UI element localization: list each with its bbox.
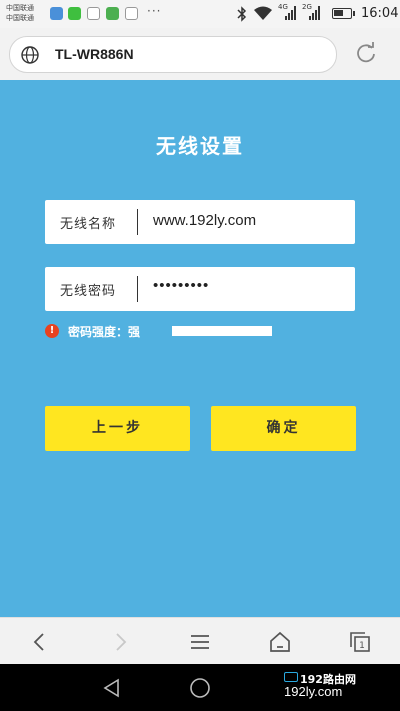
strength-bar [172, 326, 272, 336]
phone-manager-icon [50, 7, 63, 20]
wifi-icon [254, 6, 272, 20]
nav-back-icon[interactable] [100, 676, 124, 700]
sms-icon [106, 7, 119, 20]
bluetooth-icon [237, 6, 247, 22]
reload-icon[interactable] [355, 42, 377, 64]
menu-icon[interactable] [188, 630, 212, 654]
carrier-line-2: 中国联通 [6, 14, 34, 22]
password-input[interactable]: ••••••••• [153, 277, 209, 294]
status-bar: 中国联通 中国联通 ··· 4G 2G 16:04 [0, 0, 400, 28]
nav-home-icon[interactable] [188, 676, 212, 700]
wireless-settings-page: 无线设置 无线名称 www.192ly.com 无线密码 ••••••••• !… [0, 80, 400, 617]
gallery-icon [125, 7, 138, 20]
home-icon[interactable] [268, 630, 292, 654]
password-field[interactable]: 无线密码 ••••••••• [45, 267, 355, 311]
signal-icon-1 [285, 6, 297, 20]
field-divider [137, 209, 138, 235]
qq-icon [87, 7, 100, 20]
carrier-line-1: 中国联通 [6, 4, 34, 12]
browser-address-area: TL-WR886N [0, 28, 400, 80]
ssid-input[interactable]: www.192ly.com [153, 212, 256, 229]
tabs-icon[interactable]: 1 [348, 630, 372, 654]
watermark-url: 192ly.com [284, 684, 343, 699]
password-label: 无线密码 [60, 284, 117, 299]
ssid-field[interactable]: 无线名称 www.192ly.com [45, 200, 355, 244]
back-icon[interactable] [28, 630, 52, 654]
address-bar[interactable]: TL-WR886N [9, 36, 337, 73]
prev-step-button[interactable]: 上一步 [45, 406, 190, 451]
site-watermark: 192路由网 192ly.com [284, 671, 398, 703]
router-icon [284, 672, 298, 682]
clock: 16:04 [361, 6, 399, 21]
ssid-label: 无线名称 [60, 217, 117, 232]
system-nav-bar: 192路由网 192ly.com [0, 664, 400, 711]
strength-label: 密码强度：强 [68, 325, 141, 339]
page-title: 无线设置 [156, 134, 244, 158]
confirm-button[interactable]: 确定 [211, 406, 356, 451]
globe-icon [21, 46, 39, 64]
forward-icon[interactable] [108, 630, 132, 654]
battery-icon [332, 8, 355, 19]
url-text: TL-WR886N [55, 46, 134, 62]
more-notifications: ··· [147, 4, 162, 18]
svg-text:1: 1 [359, 641, 365, 651]
warning-icon: ! [45, 324, 59, 338]
carrier-info: 中国联通 中国联通 [6, 3, 34, 23]
signal-icon-2 [309, 6, 321, 20]
field-divider [137, 276, 138, 302]
wechat-icon [68, 7, 81, 20]
browser-toolbar: 1 [0, 617, 400, 664]
